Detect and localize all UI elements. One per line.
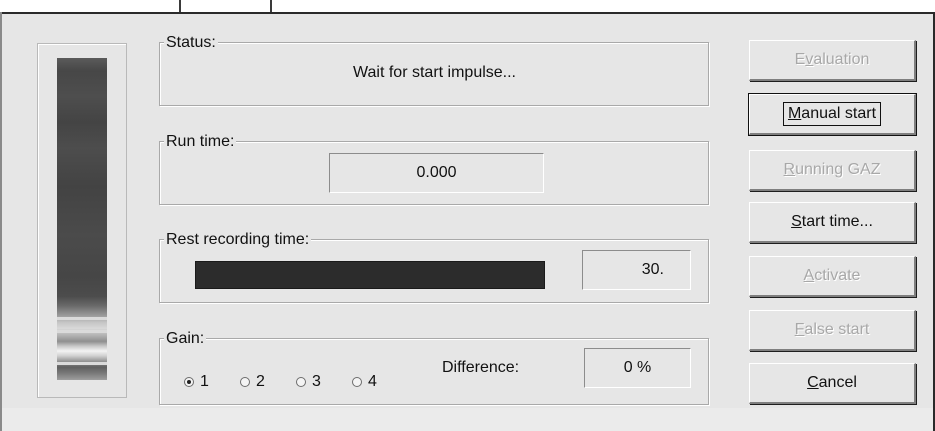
radio-button-checked[interactable] xyxy=(184,377,194,387)
activate-accelerator: A xyxy=(803,267,815,284)
rest-recording-label: Rest recording time: xyxy=(164,231,312,249)
radio-button[interactable] xyxy=(240,377,250,387)
running-gaz-label-post: unning GAZ xyxy=(795,161,881,178)
gain-option-label: 3 xyxy=(312,373,321,390)
false-start-accelerator: F xyxy=(794,321,805,338)
gain-option-label: 1 xyxy=(200,373,209,390)
rest-recording-progress-fill xyxy=(196,262,544,288)
evaluation-label-post: aluation xyxy=(813,51,870,68)
top-tab[interactable] xyxy=(179,0,272,12)
gain-label: Gain: xyxy=(164,330,207,348)
start-time-accelerator: S xyxy=(791,213,802,230)
rest-recording-progress-bar xyxy=(195,261,545,289)
gain-option-label: 4 xyxy=(368,373,377,390)
running-gaz-button[interactable]: Running GAZ xyxy=(749,150,916,191)
difference-label: Difference: xyxy=(442,359,520,376)
status-label: Status: xyxy=(164,34,218,52)
bottom-strip xyxy=(2,408,933,431)
gain-option-2[interactable]: 2 xyxy=(240,372,265,392)
gain-option-3[interactable]: 3 xyxy=(296,372,321,392)
gain-option-4[interactable]: 4 xyxy=(352,372,377,392)
cancel-accelerator: C xyxy=(807,374,819,391)
false-start-button[interactable]: False start xyxy=(749,310,916,351)
start-time-button[interactable]: Start time... xyxy=(749,202,916,243)
radio-button[interactable] xyxy=(296,377,306,387)
level-meter-segment-gap xyxy=(57,330,107,333)
activate-label-post: ctivate xyxy=(814,267,861,284)
level-meter-segment-gap xyxy=(57,362,107,365)
run-time-field: 0.000 xyxy=(329,153,544,193)
top-strip xyxy=(0,0,935,12)
start-time-label-post: tart time... xyxy=(801,213,873,230)
top-border xyxy=(0,12,935,14)
manual-start-accelerator: M xyxy=(787,105,802,122)
running-gaz-accelerator: R xyxy=(783,161,796,178)
radio-button[interactable] xyxy=(352,377,362,387)
evaluation-button[interactable]: Evaluation xyxy=(749,40,916,81)
cancel-button[interactable]: Cancel xyxy=(749,363,916,404)
manual-start-button[interactable]: Manual start xyxy=(748,93,917,136)
manual-start-label-post: anual start xyxy=(801,105,877,122)
activate-button[interactable]: Activate xyxy=(749,256,916,297)
evaluation-label-pre: E xyxy=(794,51,806,68)
rest-recording-value: 30. xyxy=(582,250,691,290)
cancel-label-post: ancel xyxy=(818,374,857,391)
level-meter-segment-gap xyxy=(57,317,107,320)
run-time-label: Run time: xyxy=(164,133,237,151)
left-border xyxy=(0,12,2,431)
false-start-label-post: alse start xyxy=(804,321,870,338)
difference-value: 0 % xyxy=(584,348,691,388)
gain-option-1[interactable]: 1 xyxy=(184,372,209,392)
gain-option-label: 2 xyxy=(256,373,265,390)
status-message: Wait for start impulse... xyxy=(353,64,516,81)
start-dialog: Status: Wait for start impulse... Run ti… xyxy=(0,0,935,431)
